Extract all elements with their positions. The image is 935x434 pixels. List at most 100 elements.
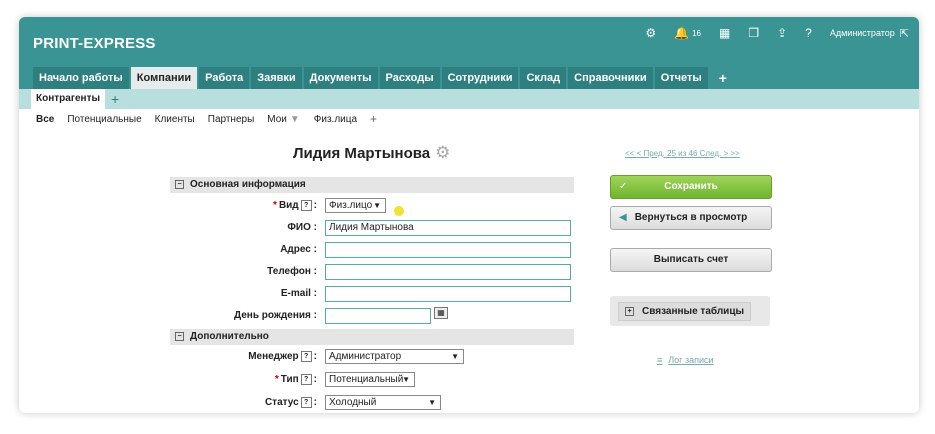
required-mark: * [274, 374, 279, 386]
birthday-label-text: День рождения [233, 310, 311, 321]
log-label: Лог записи [668, 355, 714, 365]
name-input[interactable]: Лидия Мартынова [325, 220, 571, 236]
help-icon[interactable]: ? [300, 351, 312, 362]
status-label-text: Статус [264, 397, 299, 409]
ctype-label-colon: : [313, 374, 317, 386]
help-icon[interactable]: ? [300, 374, 312, 385]
section-additional[interactable]: − Дополнительно [170, 329, 574, 345]
gear-icon[interactable]: ⚙ [645, 26, 656, 40]
record-pager[interactable]: << < Пред. 25 из 46 След. > >> [625, 149, 740, 158]
type-label-colon: : [313, 200, 317, 212]
phone-label-text: Телефон [267, 266, 311, 277]
collapse-icon[interactable]: − [175, 179, 184, 189]
back-to-view-button[interactable]: ◀ Вернуться в просмотр [610, 206, 772, 230]
section-main-label: Основная информация [190, 179, 306, 190]
cursor-highlight [392, 204, 406, 218]
add-tab-button[interactable]: + [710, 67, 736, 89]
logout-icon[interactable]: ⇱ [900, 27, 909, 40]
name-label: ФИО : [287, 222, 317, 233]
related-tables-panel: + Связанные таблицы [610, 296, 770, 326]
notifications-count: 16 [692, 28, 701, 38]
email-input[interactable] [325, 286, 571, 302]
ctype-label: * Тип?: [275, 374, 317, 385]
record-settings-gear-icon[interactable]: ⚙ [435, 143, 450, 163]
tab-employees[interactable]: Сотрудники [441, 67, 519, 89]
help-icon[interactable]: ? [805, 26, 812, 40]
filter-mine[interactable]: Мои [267, 114, 287, 126]
help-icon[interactable]: ? [300, 200, 312, 211]
invoice-button[interactable]: Выписать счет [610, 248, 772, 272]
status-select[interactable]: Холодный ▼ [325, 395, 441, 410]
email-label: E-mail : [281, 288, 317, 299]
filter-partners[interactable]: Партнеры [208, 114, 255, 126]
section-main-info[interactable]: − Основная информация [170, 177, 574, 193]
manager-select-value: Администратор [329, 351, 402, 362]
address-label-colon: : [313, 244, 317, 255]
tab-documents[interactable]: Документы [303, 67, 378, 89]
phone-label: Телефон : [267, 266, 317, 277]
top-icons: ⚙ 🔔 16 ▦ ❐ ⇪ ? Администратор ⇱ [627, 23, 909, 43]
main-tabs: Начало работы Компании Работа Заявки Док… [33, 67, 738, 89]
tab-companies[interactable]: Компании [130, 67, 198, 89]
brand-logo[interactable]: PRINT-EXPRESS [33, 35, 156, 52]
check-icon: ✓ [619, 181, 628, 192]
add-subtab-button[interactable]: + [111, 89, 119, 109]
email-label-text: E-mail [280, 288, 311, 299]
related-tables-toggle[interactable]: + Связанные таблицы [618, 302, 752, 321]
phone-input[interactable] [325, 264, 571, 280]
save-button[interactable]: ✓ Сохранить [610, 175, 772, 199]
app-window: PRINT-EXPRESS ⚙ 🔔 16 ▦ ❐ ⇪ ? Администрато… [19, 17, 919, 413]
ctype-label-text: Тип [280, 374, 299, 386]
related-label: Связанные таблицы [642, 306, 745, 317]
manager-select[interactable]: Администратор ▼ [325, 349, 464, 364]
status-select-value: Холодный [329, 397, 377, 408]
tab-work[interactable]: Работа [199, 67, 250, 89]
record-name: Лидия Мартынова [293, 144, 431, 162]
user-name: Администратор [829, 28, 895, 38]
tab-warehouse[interactable]: Склад [520, 67, 567, 89]
chevron-down-icon: ▼ [428, 398, 436, 407]
address-label-text: Адрес [280, 244, 311, 255]
record-log-link[interactable]: ≡ Лог записи [657, 355, 714, 365]
export-icon[interactable]: ⇪ [777, 26, 787, 40]
birthday-input[interactable] [325, 308, 431, 324]
filter-all[interactable]: Все [36, 114, 54, 126]
tab-reports[interactable]: Отчеты [654, 67, 708, 89]
expand-icon: + [625, 306, 634, 316]
address-input[interactable] [325, 242, 571, 258]
tab-start[interactable]: Начало работы [33, 67, 129, 89]
calendar-icon[interactable]: ▦ [719, 26, 730, 40]
chevron-down-icon: ▼ [451, 352, 459, 361]
sub-tabs-bar: Контрагенты + [19, 89, 919, 109]
filter-bar: Все Потенциальные Клиенты Партнеры Мои ▼… [36, 112, 390, 126]
bell-icon[interactable]: 🔔 16 [674, 26, 701, 40]
collapse-icon[interactable]: − [175, 331, 184, 341]
help-icon[interactable]: ? [300, 397, 312, 408]
save-label: Сохранить [664, 181, 718, 192]
chat-icon[interactable]: ❐ [748, 26, 759, 40]
filter-mine-dropdown-icon[interactable]: ▼ [290, 114, 300, 126]
type-select[interactable]: Физ.лицо ▼ [325, 198, 386, 213]
manager-label-colon: : [313, 351, 317, 363]
add-filter-button[interactable]: + [370, 112, 377, 126]
ctype-select-value: Потенциальный [329, 374, 404, 385]
filter-individuals[interactable]: Физ.лица [314, 114, 357, 126]
tab-references[interactable]: Справочники [568, 67, 653, 89]
user-menu[interactable]: Администратор ⇱ [830, 27, 909, 40]
filter-potential[interactable]: Потенциальные [67, 114, 141, 126]
ctype-select[interactable]: Потенциальный ▼ [325, 372, 415, 387]
tab-expenses[interactable]: Расходы [379, 67, 440, 89]
calendar-icon[interactable]: ▦ [434, 307, 448, 319]
top-bar: PRINT-EXPRESS ⚙ 🔔 16 ▦ ❐ ⇪ ? Администрато… [19, 17, 919, 89]
birthday-label: День рождения : [234, 310, 317, 321]
manager-label-text: Менеджер [248, 351, 299, 363]
arrow-left-icon: ◀ [619, 212, 627, 223]
status-label-colon: : [313, 397, 317, 409]
tab-requests[interactable]: Заявки [251, 67, 302, 89]
type-label-text: Вид [278, 200, 299, 212]
phone-label-colon: : [313, 266, 317, 277]
email-label-colon: : [313, 288, 317, 299]
subtab-contractors[interactable]: Контрагенты [31, 89, 106, 109]
status-label: Статус?: [265, 397, 317, 408]
filter-clients[interactable]: Клиенты [155, 114, 195, 126]
